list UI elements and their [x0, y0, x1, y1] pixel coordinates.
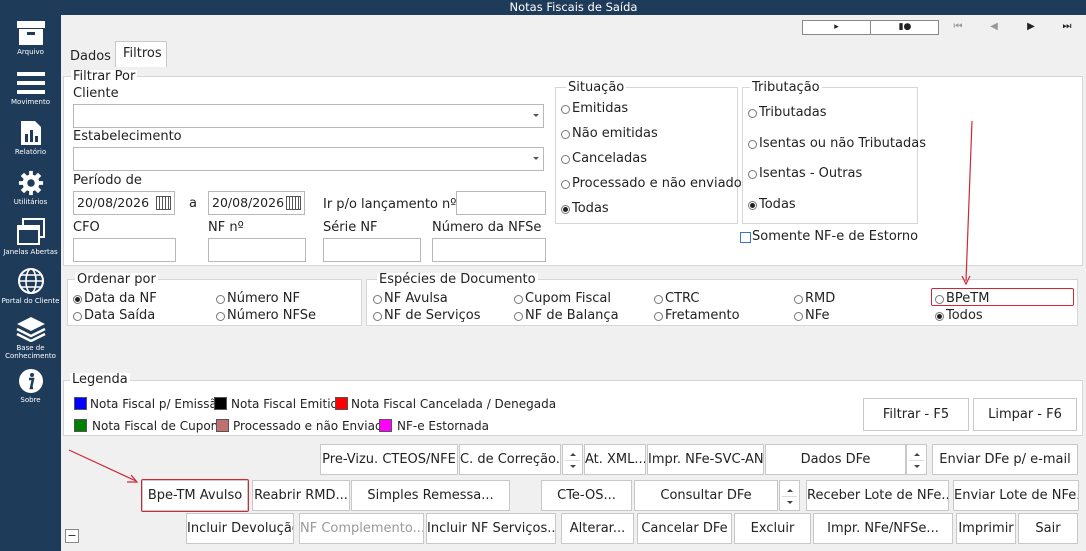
windows-icon — [16, 218, 45, 245]
menu-icon — [16, 72, 45, 94]
sidebar: Arquivo Movimento Relatório Utilitários … — [0, 0, 61, 551]
annotation-arrows — [68, 120, 973, 483]
arrow-to-bpetm-icon — [965, 120, 973, 282]
sidebar-item-label: Movimento — [11, 98, 50, 106]
sidebar-item-label: Base de Conhecimento — [5, 344, 56, 360]
gear-icon — [18, 170, 43, 196]
sidebar-item-relatorio[interactable]: Relatório — [0, 120, 61, 156]
archive-icon — [16, 21, 45, 45]
sidebar-item-label: Portal do Cliente — [1, 297, 60, 305]
sidebar-item-label: Arquivo — [17, 48, 44, 56]
sidebar-item-label: Relatório — [14, 148, 47, 156]
sidebar-item-movimento[interactable]: Movimento — [0, 70, 61, 106]
sidebar-item-sobre[interactable]: Sobre — [0, 368, 61, 404]
globe-icon — [17, 268, 44, 294]
sidebar-item-utilitarios[interactable]: Utilitários — [0, 170, 61, 206]
arrow-to-bpe-avulso-icon — [68, 449, 137, 482]
sidebar-item-janelas[interactable]: Janelas Abertas — [0, 218, 61, 256]
sidebar-item-label: Janelas Abertas — [3, 248, 58, 256]
sidebar-item-portal[interactable]: Portal do Cliente — [0, 267, 61, 305]
info-icon — [18, 369, 43, 393]
sidebar-item-arquivo[interactable]: Arquivo — [0, 20, 61, 56]
sidebar-item-label: Sobre — [20, 396, 41, 404]
window-title: Notas Fiscais de Saída — [61, 0, 1086, 15]
layers-icon — [15, 317, 46, 342]
sidebar-item-base-conhecimento[interactable]: Base de Conhecimento — [0, 316, 61, 360]
main-panel: ▸ ▮● ⏮ ◀ ▶ ⏭ Dados Filtros Filtrar Por C… — [61, 15, 1086, 551]
report-icon — [20, 121, 41, 145]
sidebar-item-label: Utilitários — [13, 198, 48, 206]
